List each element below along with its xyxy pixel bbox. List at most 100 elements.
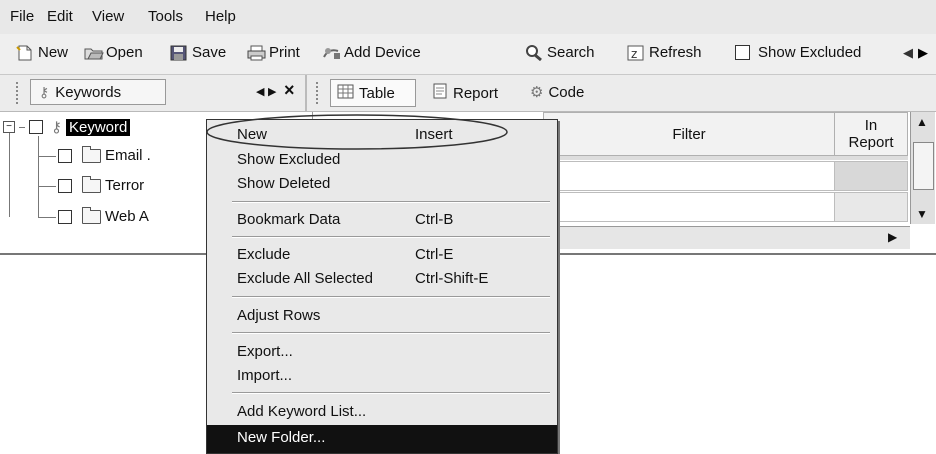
menu-item-exclude-all-selected[interactable]: Exclude All Selected: [237, 270, 373, 287]
tab-report[interactable]: Report: [432, 83, 498, 103]
open-button[interactable]: Open: [84, 44, 143, 61]
menu-edit[interactable]: Edit: [47, 8, 73, 25]
pane-right-arrow-icon[interactable]: ▶: [268, 85, 276, 98]
show-excluded-toggle[interactable]: Show Excluded: [735, 44, 861, 61]
tab-table[interactable]: Table: [330, 79, 416, 107]
menu-item-add-keyword-list[interactable]: Add Keyword List...: [237, 403, 366, 420]
column-header-filter-label: Filter: [672, 125, 706, 143]
pane-left-arrow-icon[interactable]: ◀: [256, 85, 264, 98]
menu-separator: [232, 332, 550, 334]
collapse-icon[interactable]: −: [3, 121, 15, 133]
menu-item-show-deleted[interactable]: Show Deleted: [237, 175, 330, 192]
table-cell[interactable]: [834, 161, 908, 191]
menu-tools[interactable]: Tools: [148, 8, 183, 25]
folder-icon: [82, 145, 101, 163]
menu-item-show-excluded[interactable]: Show Excluded: [237, 151, 340, 168]
menu-item-new[interactable]: New: [237, 126, 267, 143]
code-icon: ⚙: [530, 84, 544, 101]
tree-line-child-3: [38, 217, 56, 218]
show-excluded-checkbox[interactable]: [735, 45, 750, 60]
tab-code[interactable]: ⚙ Code: [530, 83, 585, 102]
menu-shortcut-exclude: Ctrl-E: [415, 246, 454, 263]
show-excluded-label: Show Excluded: [758, 44, 862, 61]
tree-root-checkbox[interactable]: [29, 120, 43, 134]
search-icon: [525, 44, 543, 61]
new-label: New: [38, 44, 69, 61]
tree-item[interactable]: Email .: [58, 145, 151, 164]
scroll-up-icon[interactable]: ▲: [916, 115, 928, 129]
menu-shortcut-exclude-all: Ctrl-Shift-E: [415, 270, 489, 287]
svg-text:z: z: [631, 47, 637, 61]
tree-line-children: [38, 136, 39, 218]
search-button[interactable]: Search: [525, 44, 595, 61]
keyword-root-icon: ⚷: [51, 119, 62, 136]
menu-item-bookmark-data[interactable]: Bookmark Data: [237, 211, 340, 228]
table-icon: [337, 84, 354, 103]
tree-item-label: Web A: [105, 208, 149, 225]
printer-icon: [247, 45, 266, 61]
tree-item-checkbox[interactable]: [58, 148, 72, 163]
refresh-label: Refresh: [649, 44, 702, 61]
menu-item-exclude[interactable]: Exclude: [237, 246, 290, 263]
toolbar-scroll-left-icon[interactable]: ◀: [903, 45, 913, 61]
save-label: Save: [192, 44, 227, 61]
search-label: Search: [547, 44, 595, 61]
add-device-button[interactable]: Add Device: [322, 44, 421, 61]
in-report-line2: Report: [848, 134, 894, 151]
menu-shortcut-bookmark: Ctrl-B: [415, 211, 454, 228]
vertical-scrollbar[interactable]: ▲ ▼: [910, 112, 935, 224]
open-folder-icon: [84, 45, 104, 61]
menu-item-adjust-rows[interactable]: Adjust Rows: [237, 307, 320, 324]
tab-code-label: Code: [548, 83, 585, 101]
tree-line-root: [9, 127, 10, 217]
menu-help[interactable]: Help: [205, 8, 236, 25]
new-button[interactable]: New: [16, 44, 68, 61]
scroll-down-icon[interactable]: ▼: [916, 207, 928, 221]
table-cell[interactable]: [834, 192, 908, 222]
tree-item-label: Terror: [105, 177, 145, 194]
menu-separator: [232, 201, 550, 203]
menu-bar: File Edit View Tools Help: [0, 0, 936, 34]
new-file-icon: [16, 45, 34, 61]
tree-item-checkbox[interactable]: [58, 178, 72, 193]
table-cell[interactable]: [543, 192, 835, 222]
menu-item-export[interactable]: Export...: [237, 343, 293, 360]
tree-item[interactable]: Web A: [58, 206, 149, 225]
tree-line-child-2: [38, 186, 56, 187]
add-device-icon: [322, 45, 340, 61]
toolbar: New Open Save Print Add Device Search z: [0, 34, 936, 75]
toolbar-scroll-right-icon[interactable]: ▶: [918, 45, 928, 61]
menu-item-new-folder[interactable]: New Folder...: [237, 429, 325, 446]
tree-root-label: Keyword: [66, 118, 131, 136]
close-pane-icon[interactable]: ×: [284, 80, 295, 101]
right-pane-grip[interactable]: [316, 82, 322, 104]
refresh-button[interactable]: z Refresh: [627, 44, 702, 61]
save-disk-icon: [170, 45, 188, 61]
tree-root-row[interactable]: − ⚷ Keyword: [3, 118, 131, 136]
pane-header: ⚷ Keywords ◀ ▶ × Table Report ⚙ Code: [0, 75, 936, 112]
save-button[interactable]: Save: [170, 44, 226, 61]
column-header-in-report[interactable]: In Report: [834, 112, 908, 156]
add-device-label: Add Device: [344, 44, 421, 61]
tree-item-label: Email .: [105, 147, 151, 164]
menu-view[interactable]: View: [92, 8, 124, 25]
keywords-tab[interactable]: ⚷ Keywords: [30, 79, 166, 105]
left-pane-grip[interactable]: [16, 82, 22, 104]
column-header-filter[interactable]: Filter: [543, 112, 835, 156]
menu-separator: [232, 392, 550, 394]
menu-item-import[interactable]: Import...: [237, 367, 292, 384]
tree-line-child-1: [38, 156, 56, 157]
menu-file[interactable]: File: [10, 8, 34, 25]
tree-item[interactable]: Terror: [58, 175, 145, 194]
tab-report-label: Report: [453, 84, 499, 102]
horizontal-scrollbar[interactable]: ▶: [556, 226, 910, 249]
scroll-right-icon[interactable]: ▶: [888, 230, 897, 244]
print-button[interactable]: Print: [247, 44, 300, 61]
print-label: Print: [269, 44, 300, 61]
table-cell[interactable]: [543, 161, 835, 191]
scroll-thumb[interactable]: [913, 142, 934, 190]
in-report-line1: In: [864, 117, 878, 134]
refresh-icon: z: [627, 45, 645, 61]
tree-item-checkbox[interactable]: [58, 209, 72, 224]
folder-icon: [82, 175, 101, 193]
